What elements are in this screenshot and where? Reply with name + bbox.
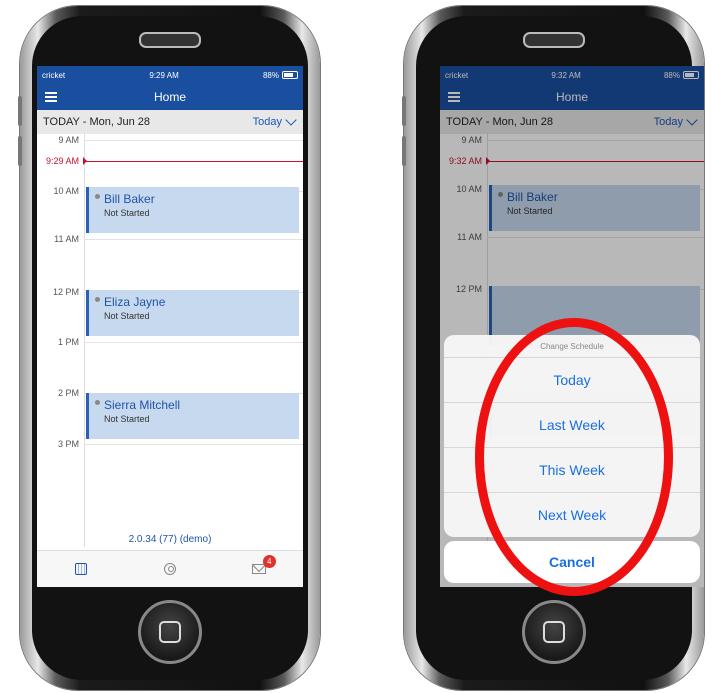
status-dot-icon [95,399,100,405]
date-label: TODAY - Mon, Jun 28 [43,116,150,128]
menu-icon[interactable] [45,92,57,102]
client-name: Sierra Mitchell [104,398,181,412]
appointment-card[interactable]: Bill Baker Not Started [86,187,299,233]
nav-bar: Home [37,84,303,110]
hour-label: 1 PM [57,337,79,347]
volume-button [18,96,22,126]
client-name: Bill Baker [104,192,155,206]
highlight-annotation-ellipse [475,318,673,596]
hour-label: 3 PM [57,439,79,449]
left-screen: cricket 9:29 AM 88% Home TODAY - Mon, Ju… [37,66,303,587]
home-square-icon [159,621,181,643]
volume-button [402,96,406,126]
hour-label: 12 PM [52,287,79,297]
tab-profile[interactable] [126,551,215,587]
appointment-card[interactable]: Sierra Mitchell Not Started [86,393,299,439]
range-selector[interactable]: Today [252,114,297,128]
visit-status: Not Started [104,311,150,321]
clock-time: 9:29 AM [149,70,179,80]
speaker-grille [523,32,585,48]
person-icon [164,563,176,575]
appointment-card[interactable]: Eliza Jayne Not Started [86,290,299,336]
hour-label: 11 AM [54,234,79,244]
tab-bar: 4 [37,550,303,587]
calendar-icon [75,563,88,575]
home-square-icon [543,621,565,643]
carrier-label: cricket [42,70,66,80]
tab-schedule[interactable] [37,551,126,587]
volume-button [18,136,22,166]
battery-area: 88% [263,71,298,80]
visit-status: Not Started [104,414,150,424]
battery-icon [282,71,298,79]
status-dot-icon [95,296,100,302]
date-bar: TODAY - Mon, Jun 28 Today [37,110,303,134]
left-phone-frame: cricket 9:29 AM 88% Home TODAY - Mon, Ju… [18,6,320,690]
page-title: Home [153,90,186,104]
battery-percent: 88% [262,70,279,80]
client-name: Eliza Jayne [104,295,166,309]
schedule-timeline[interactable]: 9 AM 9:29 AM 10 AM 11 AM 12 PM 1 PM 2 PM… [37,134,303,547]
hour-label: 10 AM [53,186,79,196]
range-selector-label: Today [252,116,282,128]
tab-messages[interactable]: 4 [214,551,303,587]
home-button[interactable] [522,600,586,664]
home-button[interactable] [138,600,202,664]
volume-button [402,136,406,166]
status-dot-icon [95,193,100,199]
app-version: 2.0.34 (77) (demo) [128,534,212,545]
unread-badge: 4 [262,555,276,568]
chevron-down-icon [285,114,297,126]
current-time-label: 9:29 AM [45,156,79,166]
status-bar: cricket 9:29 AM 88% [37,66,303,84]
speaker-grille [139,32,201,48]
visit-status: Not Started [104,208,150,218]
hour-label: 2 PM [57,388,79,398]
current-time-line [84,161,303,162]
hour-label: 9 AM [58,135,79,145]
